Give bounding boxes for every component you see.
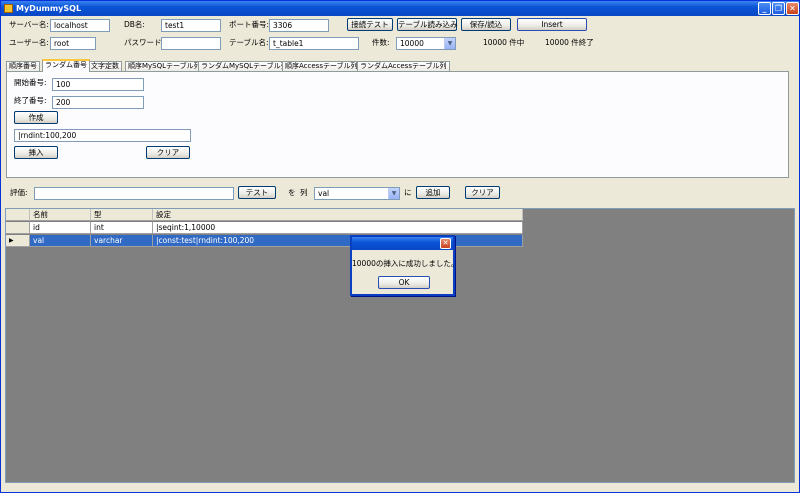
evaluate-field[interactable]: [34, 187, 234, 200]
wo-label: を: [288, 188, 296, 197]
row-header[interactable]: [6, 222, 30, 234]
tab-sequence-mysql-column[interactable]: 順序MySQLテーブル列: [125, 61, 204, 71]
start-label: 開始番号:: [14, 78, 47, 87]
ni-label: に: [404, 188, 412, 197]
insert-button[interactable]: Insert: [517, 18, 587, 31]
column-combo[interactable]: val ▼: [314, 187, 400, 200]
load-table-button[interactable]: テーブル読み込み: [397, 18, 458, 31]
count-value: 10000: [400, 39, 424, 48]
minimize-icon[interactable]: _: [758, 2, 771, 15]
create-button[interactable]: 作成: [14, 111, 58, 124]
save-load-button[interactable]: 保存/読込: [461, 18, 511, 31]
cell-setting[interactable]: |const:test|rndint:100,200: [153, 235, 523, 247]
header-name[interactable]: 名前: [30, 209, 91, 221]
expression-field[interactable]: |rndint:100,200: [14, 129, 191, 142]
count-label: 件数:: [372, 38, 390, 47]
tab-sequence-access-column[interactable]: 順序Accessテーブル列: [282, 61, 361, 71]
user-field[interactable]: root: [50, 37, 96, 50]
table-label: テーブル名:: [229, 38, 269, 47]
dialog-message: 10000の挿入に成功しました。: [352, 259, 459, 268]
chevron-down-icon[interactable]: ▼: [444, 38, 455, 49]
port-label: ポート番号:: [229, 20, 270, 29]
close-icon[interactable]: ✕: [786, 2, 799, 15]
tab-string-constant[interactable]: 文字定数: [88, 61, 122, 71]
evaluate-clear-button[interactable]: クリア: [465, 186, 500, 199]
tab-random-access-column[interactable]: ランダムAccessテーブル列: [357, 61, 450, 71]
maximize-icon[interactable]: ❐: [772, 2, 785, 15]
random-number-panel: 開始番号: 100 終了番号: 200 作成 |rndint:100,200 挿…: [6, 71, 789, 178]
test-connection-button[interactable]: 接続テスト: [347, 18, 393, 31]
ok-button[interactable]: OK: [378, 276, 430, 289]
progress-text: 10000 件中: [483, 38, 525, 47]
count-combo[interactable]: 10000 ▼: [396, 37, 456, 50]
table-row[interactable]: id int |seqint:1,10000: [6, 222, 523, 234]
password-field[interactable]: [161, 37, 221, 50]
end-label: 終了番号:: [14, 96, 47, 105]
column-value: val: [318, 189, 330, 198]
port-field[interactable]: 3306: [269, 19, 329, 32]
tab-random-mysql-column[interactable]: ランダムMySQLテーブル列: [198, 61, 291, 71]
close-icon[interactable]: ✕: [440, 238, 451, 249]
tab-random-number[interactable]: ランダム番号: [42, 59, 90, 72]
row-indicator-icon[interactable]: ▶: [6, 235, 30, 247]
test-button[interactable]: テスト: [238, 186, 276, 199]
done-text: 10000 件終了: [545, 38, 594, 47]
user-label: ユーザー名:: [9, 38, 49, 47]
end-field[interactable]: 200: [52, 96, 144, 109]
start-field[interactable]: 100: [52, 78, 144, 91]
chevron-down-icon[interactable]: ▼: [388, 188, 399, 199]
panel-clear-button[interactable]: クリア: [146, 146, 190, 159]
grid-header: 名前 型 設定: [6, 209, 523, 221]
add-button[interactable]: 追加: [416, 186, 450, 199]
cell-type[interactable]: int: [91, 222, 153, 234]
message-dialog: ✕ 10000の挿入に成功しました。 OK: [350, 235, 459, 296]
cell-name[interactable]: id: [30, 222, 91, 234]
cell-setting[interactable]: |seqint:1,10000: [153, 222, 523, 234]
app-icon: [4, 4, 13, 13]
db-field[interactable]: test1: [161, 19, 221, 32]
table-field[interactable]: t_table1: [269, 37, 359, 50]
header-corner: [6, 209, 30, 221]
dialog-title-bar[interactable]: ✕: [352, 237, 453, 250]
window-title: MyDummySQL: [16, 4, 82, 13]
column-label: 列: [300, 188, 308, 197]
server-field[interactable]: localhost: [50, 19, 110, 32]
panel-insert-button[interactable]: 挿入: [14, 146, 58, 159]
cell-type[interactable]: varchar: [91, 235, 153, 247]
main-window: MyDummySQL _ ❐ ✕ サーバー名: localhost DB名: t…: [0, 0, 800, 493]
cell-name[interactable]: val: [30, 235, 91, 247]
server-label: サーバー名:: [9, 20, 49, 29]
password-label: パスワード:: [124, 38, 165, 47]
db-label: DB名:: [124, 20, 145, 29]
title-bar[interactable]: MyDummySQL _ ❐ ✕: [1, 1, 799, 16]
evaluate-label: 評価:: [10, 188, 28, 197]
tab-sequence-number[interactable]: 順序番号: [6, 61, 40, 71]
header-setting[interactable]: 設定: [153, 209, 523, 221]
header-type[interactable]: 型: [91, 209, 153, 221]
